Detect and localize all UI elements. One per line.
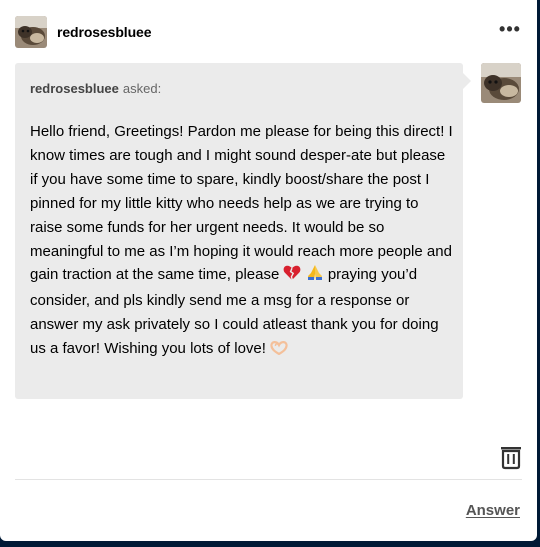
asker-avatar-image — [481, 63, 521, 103]
answer-button[interactable]: Answer — [466, 502, 520, 519]
asker-line: redrosesbluee asked: — [30, 81, 161, 96]
trash-icon — [501, 447, 521, 470]
broken-heart-icon — [283, 265, 301, 289]
heart-hands-icon — [270, 339, 288, 363]
avatar-image — [15, 16, 47, 48]
asker-avatar[interactable] — [481, 63, 521, 103]
ask-question-text: Hello friend, Greetings! Pardon me pleas… — [30, 120, 455, 363]
divider — [15, 479, 522, 480]
post-username[interactable]: redrosesbluee — [57, 24, 152, 40]
folded-hands-icon — [306, 264, 324, 289]
ask-post-card: redrosesbluee ••• redrosesbluee asked: He… — [0, 0, 537, 541]
avatar[interactable] — [15, 16, 47, 48]
ask-bubble: redrosesbluee asked: Hello friend, Greeti… — [15, 63, 471, 399]
post-header: redrosesbluee ••• — [15, 16, 522, 48]
asked-label: asked: — [122, 81, 162, 96]
more-options-button[interactable]: ••• — [498, 19, 522, 42]
ellipsis-icon: ••• — [499, 19, 521, 39]
question-text-part1: Hello friend, Greetings! Pardon me pleas… — [30, 123, 453, 284]
asker-name[interactable]: redrosesbluee — [30, 81, 119, 96]
delete-button[interactable] — [499, 444, 523, 470]
